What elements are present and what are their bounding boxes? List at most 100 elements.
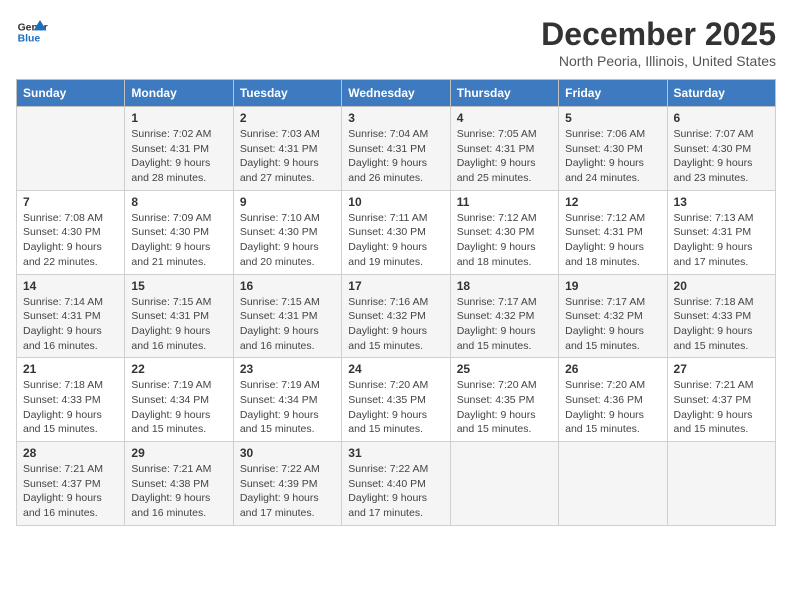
location: North Peoria, Illinois, United States — [541, 53, 776, 69]
day-number: 9 — [240, 195, 335, 209]
calendar-cell: 5 Sunrise: 7:06 AMSunset: 4:30 PMDayligh… — [559, 107, 667, 191]
calendar-cell: 22 Sunrise: 7:19 AMSunset: 4:34 PMDaylig… — [125, 358, 233, 442]
logo-icon: General Blue — [16, 16, 48, 48]
day-number: 5 — [565, 111, 660, 125]
calendar-cell: 14 Sunrise: 7:14 AMSunset: 4:31 PMDaylig… — [17, 274, 125, 358]
day-number: 8 — [131, 195, 226, 209]
day-info: Sunrise: 7:22 AMSunset: 4:40 PMDaylight:… — [348, 462, 443, 521]
calendar-cell: 2 Sunrise: 7:03 AMSunset: 4:31 PMDayligh… — [233, 107, 341, 191]
col-thursday: Thursday — [450, 80, 558, 107]
day-info: Sunrise: 7:07 AMSunset: 4:30 PMDaylight:… — [674, 127, 769, 186]
day-number: 14 — [23, 279, 118, 293]
day-number: 7 — [23, 195, 118, 209]
calendar-table: Sunday Monday Tuesday Wednesday Thursday… — [16, 79, 776, 526]
day-info: Sunrise: 7:10 AMSunset: 4:30 PMDaylight:… — [240, 211, 335, 270]
day-number: 2 — [240, 111, 335, 125]
calendar-cell: 28 Sunrise: 7:21 AMSunset: 4:37 PMDaylig… — [17, 442, 125, 526]
day-number: 22 — [131, 362, 226, 376]
day-info: Sunrise: 7:19 AMSunset: 4:34 PMDaylight:… — [240, 378, 335, 437]
day-number: 31 — [348, 446, 443, 460]
day-number: 10 — [348, 195, 443, 209]
day-number: 26 — [565, 362, 660, 376]
calendar-cell: 21 Sunrise: 7:18 AMSunset: 4:33 PMDaylig… — [17, 358, 125, 442]
calendar-cell — [450, 442, 558, 526]
calendar-week-4: 21 Sunrise: 7:18 AMSunset: 4:33 PMDaylig… — [17, 358, 776, 442]
day-info: Sunrise: 7:12 AMSunset: 4:31 PMDaylight:… — [565, 211, 660, 270]
logo: General Blue — [16, 16, 48, 48]
col-saturday: Saturday — [667, 80, 775, 107]
calendar-cell: 9 Sunrise: 7:10 AMSunset: 4:30 PMDayligh… — [233, 190, 341, 274]
day-number: 21 — [23, 362, 118, 376]
day-info: Sunrise: 7:15 AMSunset: 4:31 PMDaylight:… — [240, 295, 335, 354]
svg-text:Blue: Blue — [18, 34, 41, 45]
header-row: Sunday Monday Tuesday Wednesday Thursday… — [17, 80, 776, 107]
day-number: 18 — [457, 279, 552, 293]
calendar-cell: 17 Sunrise: 7:16 AMSunset: 4:32 PMDaylig… — [342, 274, 450, 358]
calendar-cell: 18 Sunrise: 7:17 AMSunset: 4:32 PMDaylig… — [450, 274, 558, 358]
calendar-week-5: 28 Sunrise: 7:21 AMSunset: 4:37 PMDaylig… — [17, 442, 776, 526]
col-wednesday: Wednesday — [342, 80, 450, 107]
calendar-cell: 8 Sunrise: 7:09 AMSunset: 4:30 PMDayligh… — [125, 190, 233, 274]
day-info: Sunrise: 7:21 AMSunset: 4:38 PMDaylight:… — [131, 462, 226, 521]
day-number: 16 — [240, 279, 335, 293]
calendar-cell: 10 Sunrise: 7:11 AMSunset: 4:30 PMDaylig… — [342, 190, 450, 274]
calendar-cell: 23 Sunrise: 7:19 AMSunset: 4:34 PMDaylig… — [233, 358, 341, 442]
day-info: Sunrise: 7:12 AMSunset: 4:30 PMDaylight:… — [457, 211, 552, 270]
page-header: General Blue December 2025 North Peoria,… — [16, 16, 776, 69]
day-number: 12 — [565, 195, 660, 209]
calendar-cell: 27 Sunrise: 7:21 AMSunset: 4:37 PMDaylig… — [667, 358, 775, 442]
calendar-week-1: 1 Sunrise: 7:02 AMSunset: 4:31 PMDayligh… — [17, 107, 776, 191]
day-number: 4 — [457, 111, 552, 125]
calendar-cell: 20 Sunrise: 7:18 AMSunset: 4:33 PMDaylig… — [667, 274, 775, 358]
day-number: 1 — [131, 111, 226, 125]
calendar-cell: 7 Sunrise: 7:08 AMSunset: 4:30 PMDayligh… — [17, 190, 125, 274]
calendar-cell: 29 Sunrise: 7:21 AMSunset: 4:38 PMDaylig… — [125, 442, 233, 526]
day-number: 3 — [348, 111, 443, 125]
day-info: Sunrise: 7:04 AMSunset: 4:31 PMDaylight:… — [348, 127, 443, 186]
day-info: Sunrise: 7:20 AMSunset: 4:36 PMDaylight:… — [565, 378, 660, 437]
day-number: 30 — [240, 446, 335, 460]
day-info: Sunrise: 7:06 AMSunset: 4:30 PMDaylight:… — [565, 127, 660, 186]
col-tuesday: Tuesday — [233, 80, 341, 107]
calendar-cell: 30 Sunrise: 7:22 AMSunset: 4:39 PMDaylig… — [233, 442, 341, 526]
day-info: Sunrise: 7:22 AMSunset: 4:39 PMDaylight:… — [240, 462, 335, 521]
day-info: Sunrise: 7:09 AMSunset: 4:30 PMDaylight:… — [131, 211, 226, 270]
col-monday: Monday — [125, 80, 233, 107]
col-sunday: Sunday — [17, 80, 125, 107]
calendar-cell — [17, 107, 125, 191]
day-number: 15 — [131, 279, 226, 293]
calendar-cell: 26 Sunrise: 7:20 AMSunset: 4:36 PMDaylig… — [559, 358, 667, 442]
calendar-cell: 3 Sunrise: 7:04 AMSunset: 4:31 PMDayligh… — [342, 107, 450, 191]
calendar-cell — [559, 442, 667, 526]
calendar-week-3: 14 Sunrise: 7:14 AMSunset: 4:31 PMDaylig… — [17, 274, 776, 358]
day-info: Sunrise: 7:15 AMSunset: 4:31 PMDaylight:… — [131, 295, 226, 354]
day-info: Sunrise: 7:14 AMSunset: 4:31 PMDaylight:… — [23, 295, 118, 354]
day-info: Sunrise: 7:16 AMSunset: 4:32 PMDaylight:… — [348, 295, 443, 354]
day-info: Sunrise: 7:05 AMSunset: 4:31 PMDaylight:… — [457, 127, 552, 186]
day-info: Sunrise: 7:21 AMSunset: 4:37 PMDaylight:… — [23, 462, 118, 521]
day-info: Sunrise: 7:19 AMSunset: 4:34 PMDaylight:… — [131, 378, 226, 437]
calendar-week-2: 7 Sunrise: 7:08 AMSunset: 4:30 PMDayligh… — [17, 190, 776, 274]
calendar-cell: 24 Sunrise: 7:20 AMSunset: 4:35 PMDaylig… — [342, 358, 450, 442]
day-number: 25 — [457, 362, 552, 376]
day-number: 27 — [674, 362, 769, 376]
calendar-cell: 4 Sunrise: 7:05 AMSunset: 4:31 PMDayligh… — [450, 107, 558, 191]
day-number: 28 — [23, 446, 118, 460]
calendar-cell: 13 Sunrise: 7:13 AMSunset: 4:31 PMDaylig… — [667, 190, 775, 274]
day-number: 13 — [674, 195, 769, 209]
day-info: Sunrise: 7:17 AMSunset: 4:32 PMDaylight:… — [457, 295, 552, 354]
day-info: Sunrise: 7:17 AMSunset: 4:32 PMDaylight:… — [565, 295, 660, 354]
day-info: Sunrise: 7:20 AMSunset: 4:35 PMDaylight:… — [457, 378, 552, 437]
calendar-cell: 11 Sunrise: 7:12 AMSunset: 4:30 PMDaylig… — [450, 190, 558, 274]
day-number: 6 — [674, 111, 769, 125]
day-info: Sunrise: 7:18 AMSunset: 4:33 PMDaylight:… — [23, 378, 118, 437]
day-info: Sunrise: 7:11 AMSunset: 4:30 PMDaylight:… — [348, 211, 443, 270]
day-info: Sunrise: 7:08 AMSunset: 4:30 PMDaylight:… — [23, 211, 118, 270]
calendar-cell: 15 Sunrise: 7:15 AMSunset: 4:31 PMDaylig… — [125, 274, 233, 358]
calendar-cell: 12 Sunrise: 7:12 AMSunset: 4:31 PMDaylig… — [559, 190, 667, 274]
calendar-cell: 31 Sunrise: 7:22 AMSunset: 4:40 PMDaylig… — [342, 442, 450, 526]
calendar-cell: 19 Sunrise: 7:17 AMSunset: 4:32 PMDaylig… — [559, 274, 667, 358]
day-info: Sunrise: 7:18 AMSunset: 4:33 PMDaylight:… — [674, 295, 769, 354]
month-title: December 2025 — [541, 16, 776, 53]
day-info: Sunrise: 7:13 AMSunset: 4:31 PMDaylight:… — [674, 211, 769, 270]
